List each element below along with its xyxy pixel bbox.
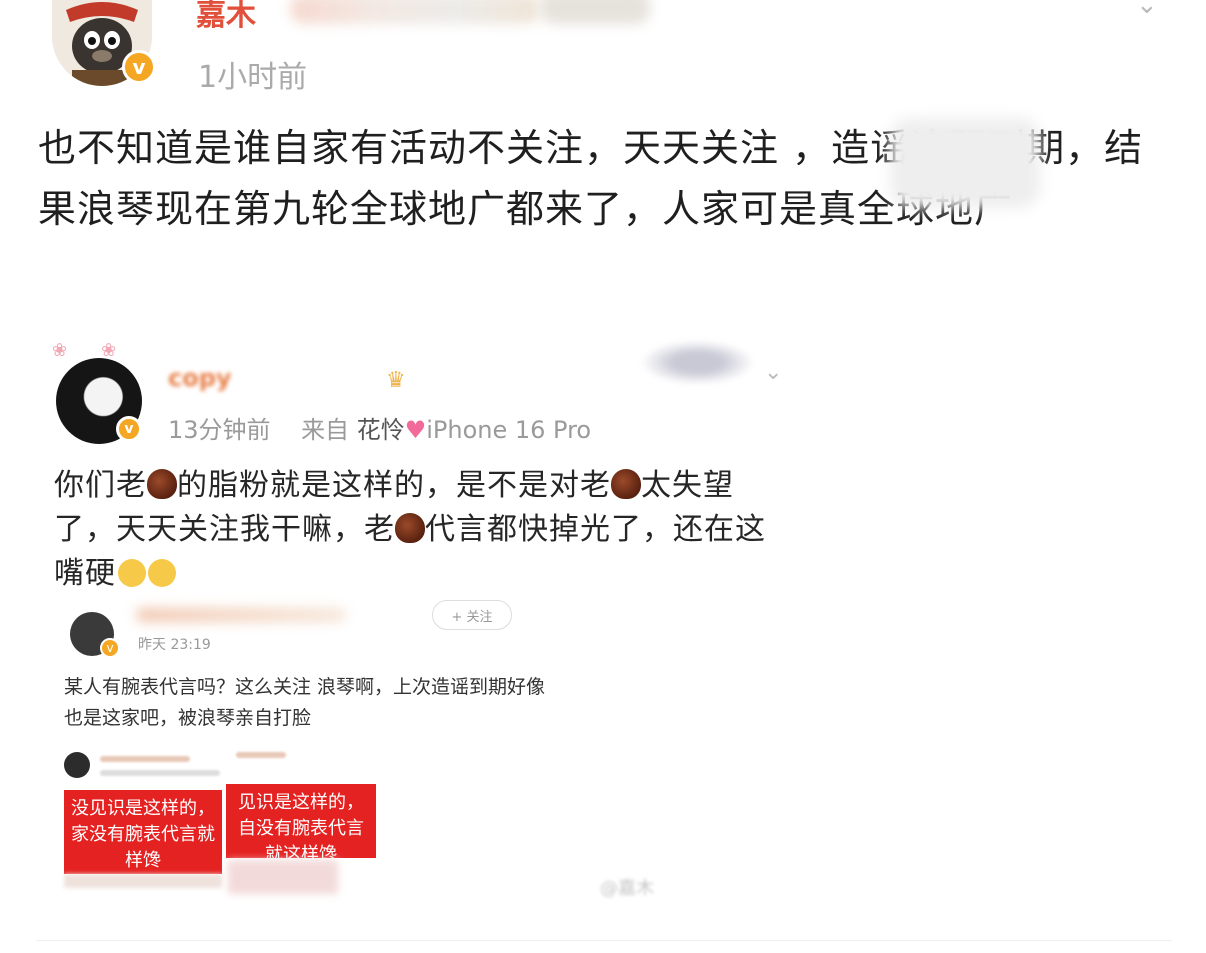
quoted-text-part: 的脂粉就是这样的，是不是对老 [177,468,611,503]
verified-badge-icon: v [122,50,156,84]
nested-body-text: 某人有腕表代言吗？这么关注 浪琴啊，上次造谣到期好像也是这家吧，被浪琴亲自打脸 [64,676,546,729]
red-text-box-2: 见识是这样的，自没有腕表代言就这样馋 [226,784,376,865]
quoted-body-text: 你们老 的脂粉就是这样的，是不是对老 太失望了，天天关注我干嘛，老 代言都快掉光了，还… [54,464,794,596]
from-label: 来自 [301,416,350,444]
mini-image-strip-2 [228,860,338,894]
mini-meta-1 [100,770,220,776]
quoted-text-part: 你们老 [54,468,147,503]
quoted-meta: 13分钟前 来自 花怜♥iPhone 16 Pro [168,410,591,445]
chestnut-emoji-icon [395,513,425,543]
watermark: @嘉木 [600,878,654,899]
device-name: iPhone 16 Pro [426,416,592,444]
blurred-badge-overlay [540,0,650,24]
nested-time: 昨天 23:19 [138,637,211,653]
author-name[interactable]: 嘉木 [196,0,256,34]
heart-icon: ♥ [404,416,427,444]
quoted-user-name[interactable]: copy [168,364,232,392]
laugh-emoji-icon [118,559,146,587]
redaction-smudge [890,118,1040,208]
mini-name-1 [100,756,190,762]
crown-icon: ♛ [386,368,406,393]
bottom-divider [36,940,1172,941]
mini-name-2 [236,752,286,758]
post-time: 1小时前 [198,60,308,95]
app-name: 花怜 [356,416,405,444]
red-text-box-1: 没见识是这样的，家没有腕表代言就样馋 [64,790,222,874]
laugh-emoji-icon [148,559,176,587]
mini-image-strip-1 [64,874,222,888]
mini-avatar-1 [64,752,90,778]
nested-blurred-name [136,608,346,622]
more-options-icon[interactable]: ⌄ [1136,0,1158,20]
follow-button[interactable]: + 关注 [432,600,512,630]
blurred-name-overlay [290,0,540,24]
chestnut-emoji-icon [611,469,641,499]
quoted-time: 13分钟前 [168,416,271,444]
quoted-more-icon[interactable]: ⌄ [764,360,782,385]
quoted-verified-icon: v [116,416,142,442]
decorative-sticker [640,340,755,385]
nested-verified-icon: v [100,638,120,658]
chestnut-emoji-icon [147,469,177,499]
